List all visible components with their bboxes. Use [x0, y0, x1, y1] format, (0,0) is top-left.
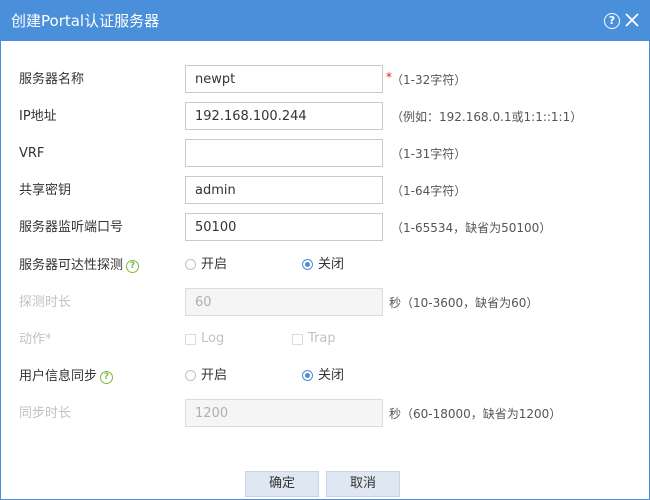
row-shared-key: 共享密钥 （1-64字符）: [1, 176, 649, 208]
reachability-off-radio[interactable]: [302, 259, 313, 270]
reachability-label-text: 服务器可达性探测: [19, 258, 124, 273]
reachability-help-icon[interactable]: ?: [126, 260, 140, 273]
sync-duration-hint: 秒（60-18000，缺省为1200）: [389, 407, 562, 421]
row-reachability: 服务器可达性探测? 开启 关闭: [1, 251, 649, 283]
sync-duration-input[interactable]: [185, 399, 383, 427]
dialog: 创建Portal认证服务器 ? 服务器名称 * （1-32字符） IP地址 （例…: [0, 0, 650, 500]
user-sync-on-radio[interactable]: [185, 370, 196, 381]
dialog-title: 创建Portal认证服务器: [11, 12, 160, 30]
reachability-label: 服务器可达性探测?: [19, 257, 140, 275]
listen-port-label: 服务器监听端口号: [19, 220, 124, 235]
user-sync-label: 用户信息同步?: [19, 368, 114, 386]
vrf-input[interactable]: [185, 139, 383, 167]
trap-checkbox-label[interactable]: Trap: [308, 330, 336, 348]
ip-hint: （例如：192.168.0.1或1:1::1:1）: [391, 110, 583, 124]
sync-duration-label: 同步时长: [19, 406, 72, 421]
ip-input[interactable]: [185, 102, 383, 130]
reachability-on-label[interactable]: 开启: [201, 256, 227, 274]
vrf-label: VRF: [19, 146, 45, 161]
row-server-name: 服务器名称 * （1-32字符）: [1, 65, 649, 97]
shared-key-input[interactable]: [185, 176, 383, 204]
trap-checkbox[interactable]: [292, 334, 303, 345]
probe-duration-hint: 秒（10-3600，缺省为60）: [389, 296, 539, 310]
log-checkbox-label[interactable]: Log: [201, 330, 224, 348]
ok-button[interactable]: 确定: [245, 471, 319, 497]
user-sync-on-label[interactable]: 开启: [201, 367, 227, 385]
row-sync-duration: 同步时长 秒（60-18000，缺省为1200）: [1, 399, 649, 431]
row-vrf: VRF （1-31字符）: [1, 139, 649, 171]
reachability-off-label[interactable]: 关闭: [318, 256, 344, 274]
row-listen-port: 服务器监听端口号 （1-65534，缺省为50100）: [1, 213, 649, 245]
row-probe-duration: 探测时长 秒（10-3600，缺省为60）: [1, 288, 649, 320]
row-action: 动作* Log Trap: [1, 325, 649, 357]
server-name-input[interactable]: [185, 65, 383, 93]
probe-duration-label: 探测时长: [19, 295, 72, 310]
server-name-hint: （1-32字符）: [391, 73, 467, 87]
cancel-button[interactable]: 取消: [326, 471, 400, 497]
shared-key-hint: （1-64字符）: [391, 184, 467, 198]
listen-port-hint: （1-65534，缺省为50100）: [391, 221, 552, 235]
user-sync-label-text: 用户信息同步: [19, 369, 98, 384]
close-icon[interactable]: [624, 12, 640, 28]
row-user-sync: 用户信息同步? 开启 关闭: [1, 362, 649, 394]
listen-port-input[interactable]: [185, 213, 383, 241]
user-sync-help-icon[interactable]: ?: [100, 371, 114, 384]
vrf-hint: （1-31字符）: [391, 147, 467, 161]
ip-label: IP地址: [19, 109, 57, 124]
probe-duration-input[interactable]: [185, 288, 383, 316]
user-sync-off-label[interactable]: 关闭: [318, 367, 344, 385]
action-label: 动作*: [19, 332, 52, 347]
help-icon[interactable]: ?: [604, 13, 620, 29]
dialog-titlebar: 创建Portal认证服务器 ?: [1, 1, 649, 41]
row-ip: IP地址 （例如：192.168.0.1或1:1::1:1）: [1, 102, 649, 134]
user-sync-off-radio[interactable]: [302, 370, 313, 381]
server-name-label: 服务器名称: [19, 72, 85, 87]
shared-key-label: 共享密钥: [19, 183, 72, 198]
reachability-on-radio[interactable]: [185, 259, 196, 270]
log-checkbox[interactable]: [185, 334, 196, 345]
